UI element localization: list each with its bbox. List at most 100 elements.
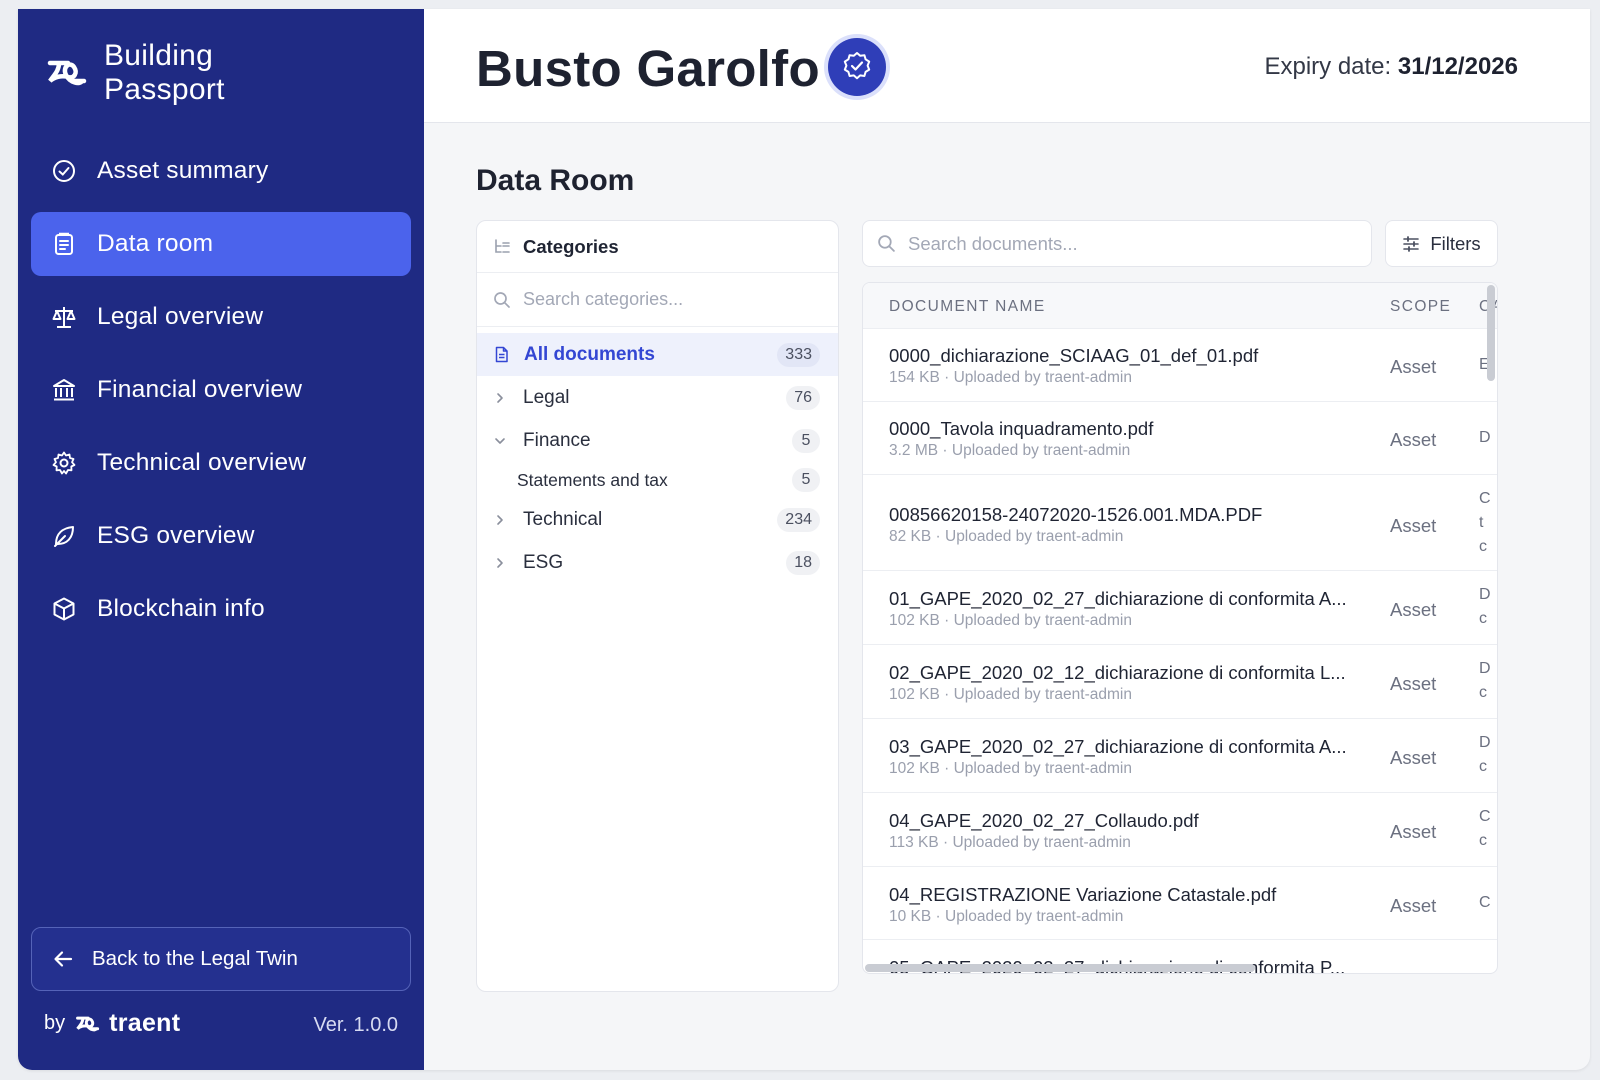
by-brand: traent	[109, 1009, 181, 1037]
categories-search-input[interactable]	[523, 289, 813, 310]
verified-check-icon	[843, 52, 871, 80]
column-header-scope[interactable]: SCOPE	[1390, 298, 1451, 316]
document-meta: 3.2 MB · Uploaded by traent-admin	[889, 442, 1131, 459]
sidebar-item-esg-overview[interactable]: ESG overview	[31, 504, 411, 568]
document-extra: D c	[1479, 660, 1491, 701]
chevron-right-icon[interactable]	[493, 556, 507, 570]
sidebar-item-technical-overview[interactable]: Technical overview	[31, 431, 411, 495]
category-count: 18	[786, 550, 820, 575]
document-scope: Asset	[1390, 895, 1437, 916]
table-row[interactable]: 0000_Tavola inquadramento.pdf 3.2 MB · U…	[863, 402, 1497, 475]
document-meta: 82 KB · Uploaded by traent-admin	[889, 528, 1124, 545]
document-name[interactable]: 04_GAPE_2020_02_27_Collaudo.pdf	[889, 810, 1361, 832]
document-meta: 102 KB · Uploaded by traent-admin	[889, 760, 1132, 777]
document-meta: 102 KB · Uploaded by traent-admin	[889, 612, 1132, 629]
sidebar-item-label: Data room	[97, 230, 214, 257]
sidebar-item-label: ESG overview	[97, 522, 255, 549]
document-scope: Asset	[1390, 515, 1437, 536]
category-label: Legal	[523, 386, 570, 408]
documents-table: DOCUMENT NAME SCOPE CA 0000_dichiarazion…	[862, 282, 1498, 974]
category-label: ESG	[523, 551, 564, 573]
document-meta: 154 KB · Uploaded by traent-admin	[889, 369, 1132, 386]
horizontal-scrollbar[interactable]	[865, 964, 1255, 972]
arrow-left-icon	[54, 951, 73, 967]
document-extra: C t c	[1479, 490, 1491, 555]
sidebar-item-asset-summary[interactable]: Asset summary	[31, 139, 411, 203]
category-count: 234	[777, 507, 820, 532]
table-row[interactable]: 0000_dichiarazione_SCIAAG_01_def_01.pdf …	[863, 329, 1497, 402]
sidebar-nav: Asset summary Data room Legal overview F…	[31, 139, 411, 650]
check-circle-icon	[53, 160, 75, 182]
brand-line-1: Building	[104, 39, 214, 72]
page-header: Busto Garolfo Expiry date: 31/12/2026	[424, 9, 1590, 123]
category-statements-and-tax[interactable]: Statements and tax 5	[477, 462, 838, 498]
clipboard-icon	[55, 232, 73, 255]
categories-list: All documents 333 Legal 76 Finance 5 Sta…	[477, 327, 838, 584]
table-row[interactable]: 00856620158-24072020-1526.001.MDA.PDF 82…	[863, 475, 1497, 571]
sidebar-item-label: Financial overview	[97, 376, 303, 403]
chevron-right-icon[interactable]	[493, 513, 507, 527]
vertical-scrollbar[interactable]	[1487, 285, 1495, 381]
chevron-right-icon[interactable]	[493, 391, 507, 405]
category-count: 76	[786, 385, 820, 410]
app-window: Building Passport Asset summary Data roo…	[18, 9, 1590, 1070]
back-to-legal-twin-button[interactable]: Back to the Legal Twin	[31, 927, 411, 991]
categories-panel: Categories All documents 333 Legal 76 Fi…	[476, 220, 839, 992]
category-technical[interactable]: Technical 234	[477, 498, 838, 541]
brand-line-2: Passport	[104, 73, 225, 106]
document-name[interactable]: 03_GAPE_2020_02_27_dichiarazione di conf…	[889, 736, 1361, 758]
table-row[interactable]: 04_REGISTRAZIONE Variazione Catastale.pd…	[863, 867, 1497, 940]
bank-icon	[53, 379, 75, 401]
expiry-value: 31/12/2026	[1397, 53, 1518, 80]
category-finance[interactable]: Finance 5	[477, 419, 838, 462]
table-row[interactable]: 03_GAPE_2020_02_27_dichiarazione di conf…	[863, 719, 1497, 793]
sidebar-item-financial-overview[interactable]: Financial overview	[31, 358, 411, 422]
document-scope: Asset	[1390, 673, 1437, 694]
document-search	[862, 220, 1372, 267]
document-extra: D c	[1479, 734, 1491, 775]
verified-badge[interactable]	[828, 38, 886, 96]
sidebar-item-data-room[interactable]: Data room	[31, 212, 411, 276]
document-scope: Asset	[1390, 821, 1437, 842]
table-row[interactable]: 04_GAPE_2020_02_27_Collaudo.pdf 113 KB ·…	[863, 793, 1497, 867]
table-row[interactable]: 01_GAPE_2020_02_27_dichiarazione di conf…	[863, 571, 1497, 645]
back-button-label: Back to the Legal Twin	[92, 947, 298, 970]
document-name[interactable]: 04_REGISTRAZIONE Variazione Catastale.pd…	[889, 884, 1361, 906]
brand[interactable]: Building Passport	[44, 39, 225, 107]
document-meta: 113 KB · Uploaded by traent-admin	[889, 834, 1131, 851]
category-all-documents[interactable]: All documents 333	[477, 333, 838, 376]
category-esg[interactable]: ESG 18	[477, 541, 838, 584]
categories-title: Categories	[523, 235, 619, 257]
category-label: Finance	[523, 429, 591, 451]
category-count: 5	[792, 428, 820, 453]
document-name[interactable]: 02_GAPE_2020_02_12_dichiarazione di conf…	[889, 662, 1361, 684]
document-name[interactable]: 0000_Tavola inquadramento.pdf	[889, 418, 1361, 440]
category-label: All documents	[524, 343, 655, 365]
filters-label: Filters	[1430, 232, 1481, 254]
by-label: by	[44, 1012, 66, 1034]
sidebar-item-blockchain-info[interactable]: Blockchain info	[31, 577, 411, 641]
document-name[interactable]: 01_GAPE_2020_02_27_dichiarazione di conf…	[889, 588, 1361, 610]
brand-name: Building Passport	[104, 39, 225, 107]
sidebar: Building Passport Asset summary Data roo…	[18, 9, 424, 1070]
document-extra: C	[1479, 894, 1491, 911]
sidebar-item-label: Asset summary	[97, 157, 269, 184]
sidebar-item-legal-overview[interactable]: Legal overview	[31, 285, 411, 349]
document-search-input[interactable]	[908, 232, 1348, 255]
powered-by: by traent	[44, 1009, 180, 1038]
category-legal[interactable]: Legal 76	[477, 376, 838, 419]
filters-button[interactable]: Filters	[1385, 220, 1498, 267]
search-icon	[494, 291, 510, 308]
categories-search	[477, 273, 838, 327]
cube-icon	[53, 597, 75, 621]
table-row[interactable]: 02_GAPE_2020_02_12_dichiarazione di conf…	[863, 645, 1497, 719]
column-header-document-name[interactable]: DOCUMENT NAME	[889, 298, 1046, 316]
document-scope: Asset	[1390, 356, 1437, 377]
chevron-down-icon[interactable]	[493, 434, 507, 448]
document-name[interactable]: 0000_dichiarazione_SCIAAG_01_def_01.pdf	[889, 345, 1361, 367]
expiry-label: Expiry date:	[1264, 53, 1392, 80]
category-label: Technical	[523, 508, 603, 530]
document-scope: Asset	[1390, 747, 1437, 768]
sidebar-item-label: Technical overview	[97, 449, 307, 476]
document-name[interactable]: 00856620158-24072020-1526.001.MDA.PDF	[889, 504, 1361, 526]
